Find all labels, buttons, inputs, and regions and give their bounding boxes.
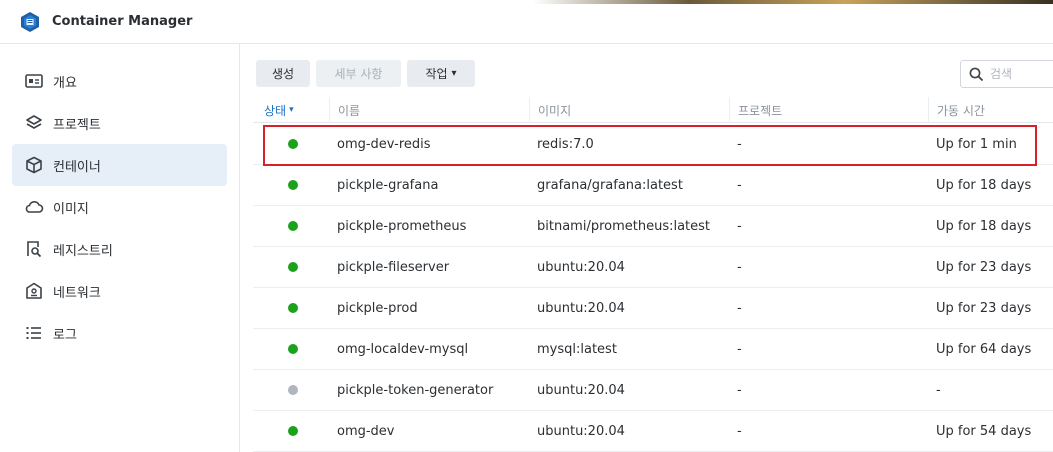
image-cell: redis:7.0: [537, 136, 594, 152]
cloud-icon: [24, 197, 44, 217]
status-dot-icon: [288, 262, 298, 272]
sidebar-item-label: 컨테이너: [53, 159, 101, 175]
project-cell: -: [737, 136, 742, 152]
search-icon: [969, 67, 984, 81]
name-cell: omg-localdev-mysql: [337, 341, 469, 357]
project-cell: -: [737, 423, 742, 439]
sidebar-item-container[interactable]: 컨테이너: [12, 144, 227, 186]
cube-icon: [24, 155, 44, 175]
sidebar-item-project[interactable]: 프로젝트: [12, 102, 227, 144]
status-dot-icon: [288, 385, 298, 395]
action-dropdown-button[interactable]: 작업 ▾: [407, 60, 475, 87]
image-cell: ubuntu:20.04: [537, 300, 625, 316]
name-cell: pickple-token-generator: [337, 382, 494, 398]
list-icon: [24, 323, 44, 343]
sidebar: 개요 프로젝트 컨테이너 이미지 레지스트리 네트워크 로그: [0, 44, 240, 452]
table-row[interactable]: pickple-fileserver ubuntu:20.04 - Up for 23…: [253, 247, 1053, 288]
sidebar-item-label: 레지스트리: [53, 243, 113, 259]
column-header-project[interactable]: 프로젝트: [729, 97, 928, 123]
uptime-cell: Up for 18 days: [936, 218, 1032, 234]
sidebar-item-network[interactable]: 네트워크: [12, 270, 227, 312]
name-cell: pickple-fileserver: [337, 259, 450, 275]
uptime-cell: Up for 18 days: [936, 177, 1032, 193]
network-icon: [24, 281, 44, 301]
chevron-down-icon: ▾: [451, 68, 457, 79]
project-cell: -: [737, 341, 742, 357]
status-cell: [288, 206, 298, 246]
search-input[interactable]: [990, 67, 1050, 81]
table-row[interactable]: omg-dev-redis redis:7.0 - Up for 1 min: [253, 124, 1053, 165]
layers-icon: [24, 113, 44, 133]
sidebar-item-overview[interactable]: 개요: [12, 60, 227, 102]
main-panel: 생성 세부 사항 작업 ▾ 상태 ▾ 이름 이미지 프로젝트 가동 시간 omg…: [241, 44, 1053, 452]
status-cell: [288, 124, 298, 164]
uptime-cell: Up for 64 days: [936, 341, 1032, 357]
status-dot-icon: [288, 221, 298, 231]
image-cell: ubuntu:20.04: [537, 423, 625, 439]
column-header-image[interactable]: 이미지: [529, 97, 729, 123]
window-decoration: [533, 0, 1053, 4]
column-header-uptime[interactable]: 가동 시간: [928, 97, 1053, 123]
project-cell: -: [737, 382, 742, 398]
column-header-name[interactable]: 이름: [329, 97, 529, 123]
project-cell: -: [737, 259, 742, 275]
project-cell: -: [737, 218, 742, 234]
status-dot-icon: [288, 139, 298, 149]
create-button[interactable]: 생성: [256, 60, 310, 87]
status-cell: [288, 329, 298, 369]
image-cell: bitnami/prometheus:latest: [537, 218, 711, 234]
status-cell: [288, 165, 298, 205]
name-cell: omg-dev: [337, 423, 395, 439]
table-row[interactable]: pickple-prometheus bitnami/prometheus:lat…: [253, 206, 1053, 247]
name-cell: pickple-prod: [337, 300, 418, 316]
sidebar-item-label: 개요: [53, 75, 77, 91]
table-row[interactable]: omg-dev ubuntu:20.04 - Up for 54 days: [253, 411, 1053, 452]
action-label: 작업: [425, 67, 448, 81]
table-row[interactable]: pickple-prod ubuntu:20.04 - Up for 23 days: [253, 288, 1053, 329]
overview-icon: [24, 71, 44, 91]
status-dot-icon: [288, 303, 298, 313]
sidebar-item-registry[interactable]: 레지스트리: [12, 228, 227, 270]
sidebar-item-label: 로그: [53, 327, 77, 343]
status-cell: [288, 288, 298, 328]
sort-desc-icon: ▾: [289, 105, 294, 115]
sidebar-item-log[interactable]: 로그: [12, 312, 227, 354]
image-cell: ubuntu:20.04: [537, 382, 625, 398]
title-bar: Container Manager: [0, 0, 1053, 44]
sidebar-item-label: 프로젝트: [53, 117, 101, 133]
app-title: Container Manager: [52, 14, 193, 29]
column-header-status[interactable]: 상태 ▾: [253, 97, 329, 123]
uptime-cell: Up for 23 days: [936, 300, 1032, 316]
container-manager-logo-icon: [21, 12, 39, 32]
project-cell: -: [737, 177, 742, 193]
sidebar-item-label: 네트워크: [53, 285, 101, 301]
uptime-cell: Up for 23 days: [936, 259, 1032, 275]
status-dot-icon: [288, 180, 298, 190]
table-row[interactable]: pickple-grafana grafana/grafana:latest - Up…: [253, 165, 1053, 206]
sidebar-item-label: 이미지: [53, 201, 89, 217]
registry-search-icon: [24, 239, 44, 259]
uptime-cell: Up for 1 min: [936, 136, 1017, 152]
column-header-label: 상태: [264, 103, 287, 118]
status-dot-icon: [288, 426, 298, 436]
status-cell: [288, 411, 298, 451]
table-row[interactable]: omg-localdev-mysql mysql:latest - Up for 64…: [253, 329, 1053, 370]
image-cell: mysql:latest: [537, 341, 617, 357]
status-dot-icon: [288, 344, 298, 354]
project-cell: -: [737, 300, 742, 316]
status-cell: [288, 370, 298, 410]
table-row[interactable]: pickple-token-generator ubuntu:20.04 - -: [253, 370, 1053, 411]
sidebar-item-image[interactable]: 이미지: [12, 186, 227, 228]
search-box[interactable]: [960, 60, 1053, 88]
uptime-cell: -: [936, 382, 941, 398]
uptime-cell: Up for 54 days: [936, 423, 1032, 439]
name-cell: pickple-prometheus: [337, 218, 467, 234]
table-header: 상태 ▾ 이름 이미지 프로젝트 가동 시간: [253, 97, 1053, 123]
image-cell: grafana/grafana:latest: [537, 177, 683, 193]
status-cell: [288, 247, 298, 287]
name-cell: pickple-grafana: [337, 177, 439, 193]
image-cell: ubuntu:20.04: [537, 259, 625, 275]
name-cell: omg-dev-redis: [337, 136, 431, 152]
details-button[interactable]: 세부 사항: [316, 60, 401, 87]
